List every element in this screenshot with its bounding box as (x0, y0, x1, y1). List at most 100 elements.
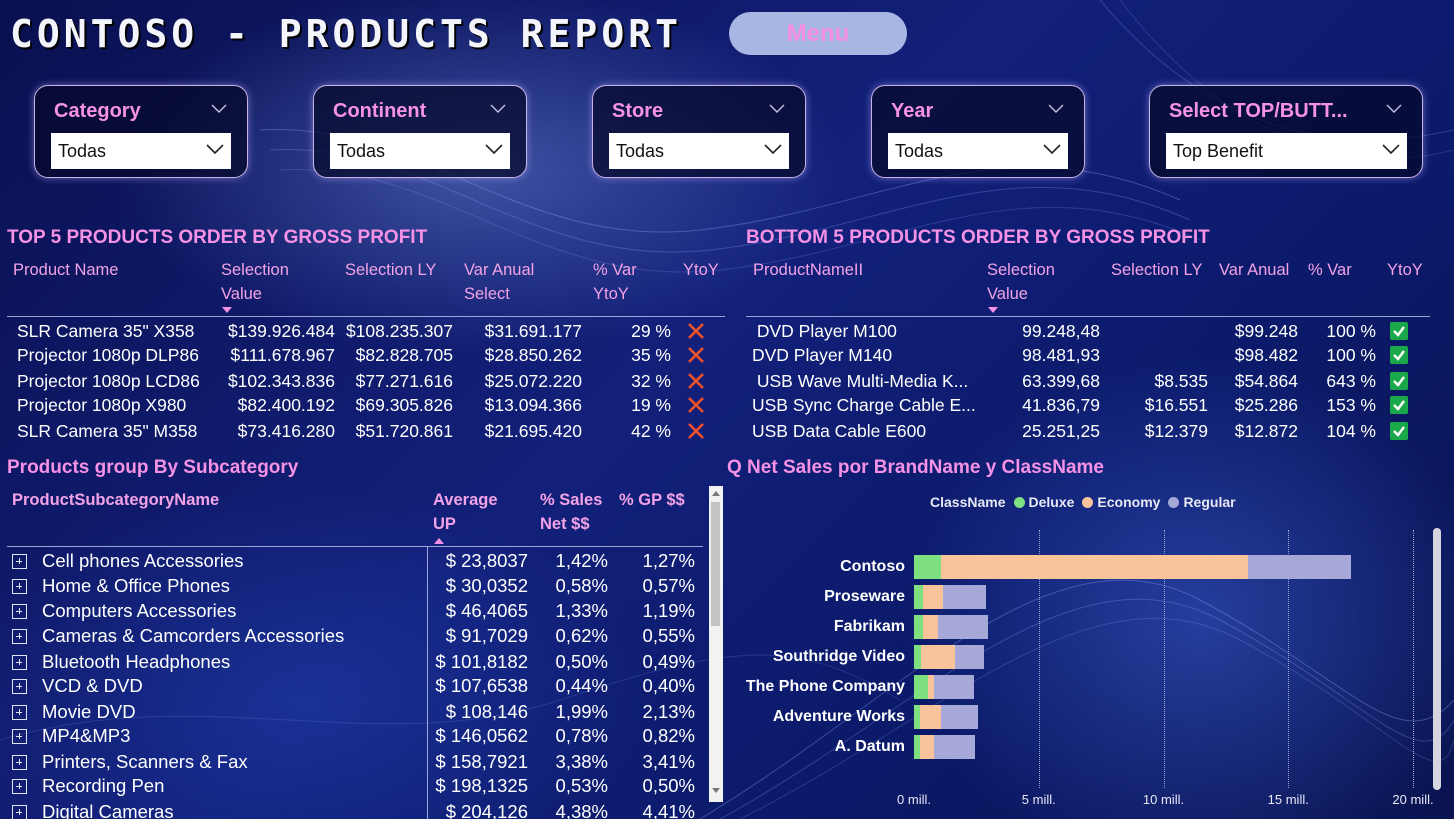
bar-segment-deluxe[interactable] (914, 555, 942, 579)
cross-icon (688, 323, 704, 339)
bar-segment-regular[interactable] (933, 735, 976, 759)
col-header-average-up[interactable]: Average UP (433, 488, 513, 536)
bar-segment-economy[interactable] (941, 555, 1249, 579)
average-up-cell: $ 107,6538 (435, 675, 528, 696)
top5-title: TOP 5 PRODUCTS ORDER BY GROSS PROFIT (7, 227, 428, 248)
expand-icon[interactable] (12, 604, 27, 619)
bar-segment-economy[interactable] (920, 735, 934, 759)
menu-button[interactable]: Menu (729, 12, 907, 55)
chart-scroll-thumb[interactable] (1433, 528, 1441, 790)
chart-scrollbar[interactable] (1433, 528, 1441, 790)
expand-icon[interactable] (12, 554, 27, 569)
store-dropdown[interactable]: Todas (609, 133, 789, 169)
subcategory-name-cell: Home & Office Phones (42, 575, 230, 596)
var-anual-cell: $25.286 (1234, 395, 1298, 415)
col-header-product-name[interactable]: ProductNameII (753, 258, 863, 282)
expand-icon[interactable] (12, 579, 27, 594)
selection-value-cell: 41.836,79 (1022, 395, 1100, 415)
col-header-subcategory[interactable]: ProductSubcategoryName (12, 488, 219, 512)
bar-segment-economy[interactable] (921, 645, 956, 669)
col-header-selection-value[interactable]: Selection Value (987, 258, 1077, 306)
check-icon (1390, 372, 1408, 390)
var-anual-cell: $98.482 (1234, 345, 1298, 365)
product-name-cell: USB Wave Multi-Media K... (752, 371, 969, 391)
check-icon (1390, 422, 1408, 440)
expand-icon[interactable] (12, 805, 27, 819)
scroll-up-icon[interactable] (712, 491, 720, 496)
col-header-var-anual[interactable]: Var Anual (1219, 258, 1289, 282)
selection-ly-cell: $16.551 (1144, 395, 1208, 415)
var-pct-cell: 29 % (631, 321, 671, 341)
var-pct-cell: 100 % (1326, 345, 1376, 365)
expand-icon[interactable] (12, 655, 27, 670)
var-pct-cell: 19 % (631, 395, 671, 415)
product-name-cell: DVD Player M140 (752, 345, 893, 365)
chevron-down-icon[interactable] (1386, 104, 1402, 114)
average-up-cell: $ 146,0562 (435, 725, 528, 746)
col-header-ytoy[interactable]: YtoY (1387, 258, 1423, 282)
subcategory-name-cell: Recording Pen (42, 775, 165, 796)
col-header-product-name[interactable]: Product Name (13, 258, 118, 282)
chevron-down-icon[interactable] (490, 104, 506, 114)
bar-segment-regular[interactable] (941, 705, 978, 729)
scroll-down-icon[interactable] (712, 788, 720, 793)
bar-segment-deluxe[interactable] (914, 675, 928, 699)
bar-segment-regular[interactable] (937, 615, 988, 639)
col-header-var-pct[interactable]: % Var (1308, 258, 1352, 282)
bar-segment-deluxe[interactable] (914, 615, 923, 639)
var-pct-cell: 153 % (1326, 395, 1376, 415)
col-header-ytoy[interactable]: YtoY (683, 258, 719, 282)
selection-value-cell: $102.343.836 (227, 371, 335, 391)
brand-label: Proseware (824, 588, 905, 605)
continent-dropdown[interactable]: Todas (330, 133, 510, 169)
gp-cell: 0,82% (642, 725, 695, 746)
col-header-sales-net[interactable]: % Sales Net $$ (540, 488, 612, 536)
col-header-var-anual[interactable]: Var Anual Select (464, 258, 564, 306)
bar-segment-deluxe[interactable] (914, 585, 923, 609)
category-dropdown[interactable]: Todas (51, 133, 231, 169)
bar-segment-economy[interactable] (922, 585, 943, 609)
bar-segment-economy[interactable] (922, 615, 938, 639)
col-header-selection-ly[interactable]: Selection LY (1111, 258, 1202, 282)
dropdown-value: Top Benefit (1173, 140, 1264, 161)
var-anual-cell: $28.850.262 (484, 345, 582, 365)
expand-icon[interactable] (12, 629, 27, 644)
legend-label-deluxe[interactable]: Deluxe (1029, 494, 1075, 510)
selection-ly-cell: $108.235.307 (345, 321, 453, 341)
chevron-down-icon[interactable] (1048, 104, 1064, 114)
bar-segment-regular[interactable] (933, 675, 974, 699)
selection-value-cell: $82.400.192 (237, 395, 335, 415)
average-up-cell: $ 101,8182 (435, 651, 528, 672)
expand-icon[interactable] (12, 679, 27, 694)
year-dropdown[interactable]: Todas (888, 133, 1068, 169)
col-header-selection-value[interactable]: Selection Value (221, 258, 321, 306)
slicer-label: Select TOP/BUTT... (1169, 100, 1348, 122)
bar-segment-deluxe[interactable] (914, 645, 922, 669)
bar-segment-regular[interactable] (1248, 555, 1351, 579)
expand-icon[interactable] (12, 755, 27, 770)
subcategory-name-cell: MP4&MP3 (42, 725, 131, 746)
check-icon (1390, 346, 1408, 364)
product-name-cell: USB Data Cable E600 (752, 421, 927, 441)
chevron-down-icon[interactable] (211, 104, 227, 114)
bar-segment-regular[interactable] (942, 585, 987, 609)
legend-label-economy[interactable]: Economy (1097, 494, 1160, 510)
product-name-cell: Projector 1080p DLP86 (17, 345, 199, 365)
brand-label: A. Datum (834, 738, 905, 755)
expand-icon[interactable] (12, 705, 27, 720)
col-header-var-pct[interactable]: % Var YtoY (593, 258, 653, 306)
top-bottom-dropdown[interactable]: Top Benefit (1166, 133, 1407, 169)
bar-segment-regular[interactable] (955, 645, 984, 669)
chevron-down-icon[interactable] (769, 104, 785, 114)
var-anual-cell: $31.691.177 (484, 321, 582, 341)
average-up-cell: $ 91,7029 (445, 625, 528, 646)
bar-segment-economy[interactable] (920, 705, 942, 729)
expand-icon[interactable] (12, 729, 27, 744)
top-bottom-slicer: Select TOP/BUTT... Top Benefit (1149, 85, 1423, 178)
legend-label-regular[interactable]: Regular (1183, 494, 1235, 510)
col-header-selection-ly[interactable]: Selection LY (345, 258, 436, 282)
col-header-gp[interactable]: % GP $$ (619, 488, 685, 512)
gp-cell: 0,57% (642, 575, 695, 596)
selection-ly-cell: $77.271.616 (355, 371, 453, 391)
expand-icon[interactable] (12, 779, 27, 794)
